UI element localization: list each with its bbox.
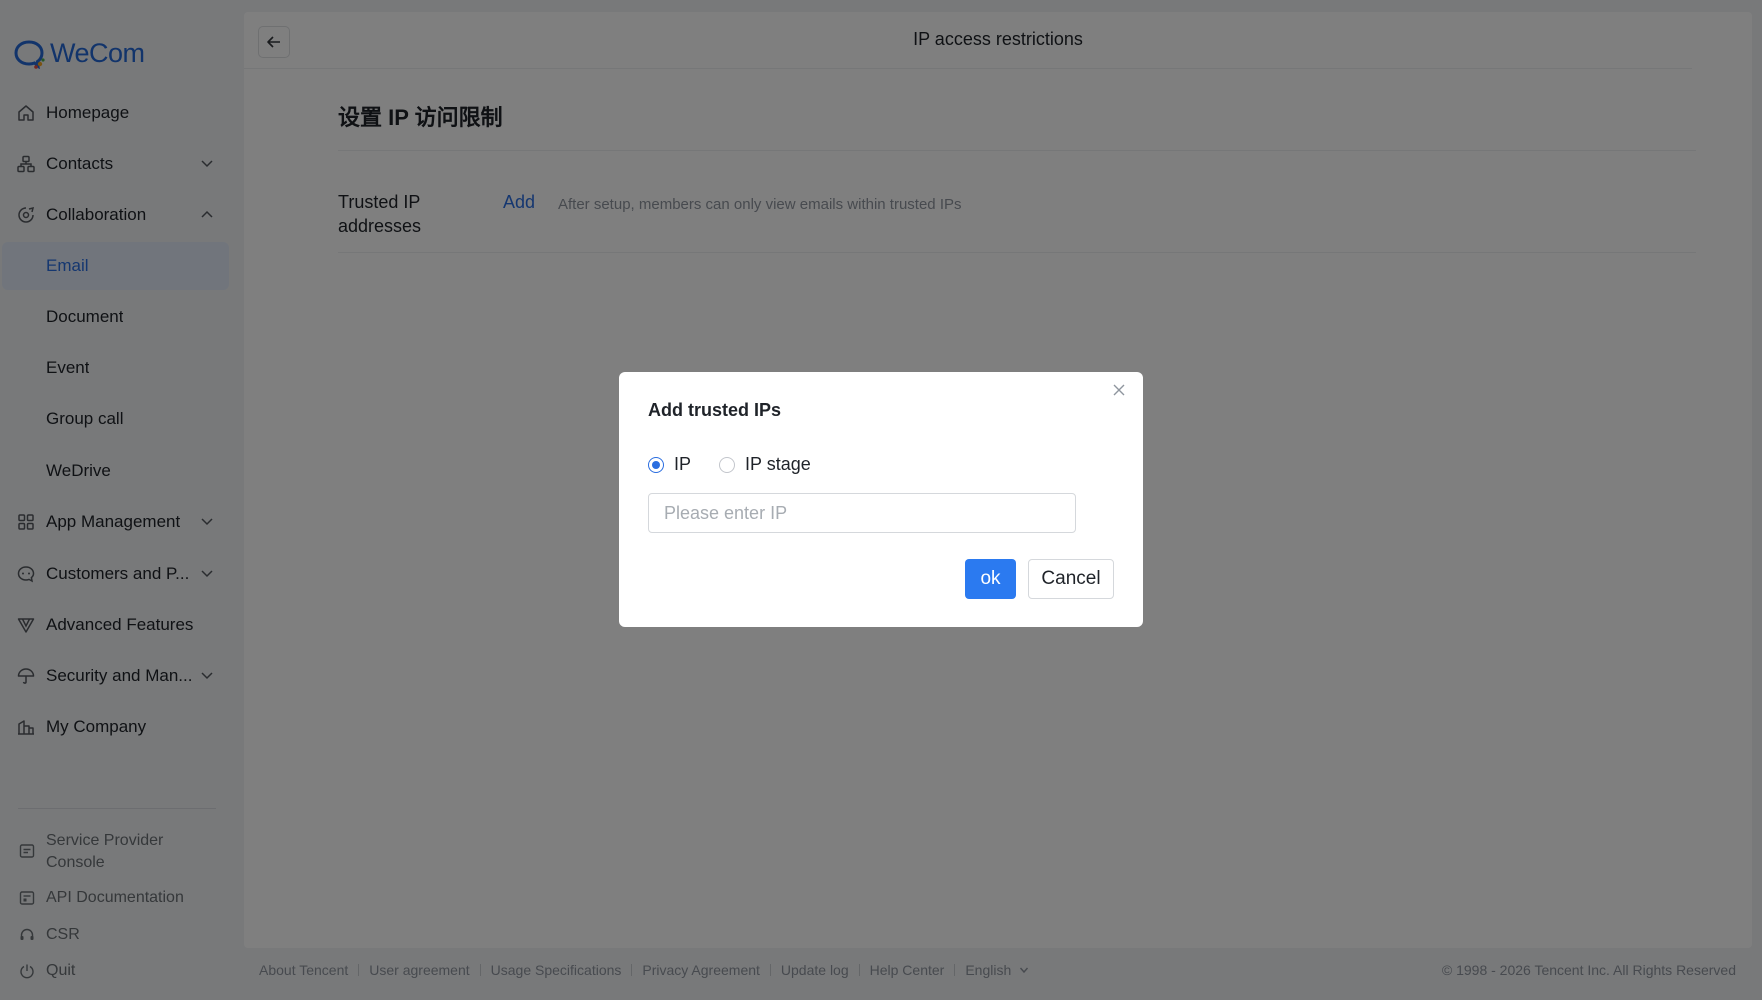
close-icon[interactable]	[1111, 382, 1127, 398]
radio-dot[interactable]	[719, 456, 736, 473]
cancel-button[interactable]: Cancel	[1028, 559, 1114, 599]
radio-ip[interactable]: IP	[648, 454, 691, 475]
ip-type-radio-group: IP IP stage	[648, 454, 839, 475]
radio-dot[interactable]	[648, 456, 664, 473]
add-trusted-ips-dialog: Add trusted IPs IP IP stage ok Cancel	[619, 372, 1143, 627]
dialog-title: Add trusted IPs	[648, 400, 782, 420]
ok-button[interactable]: ok	[965, 559, 1016, 599]
radio-ip-stage[interactable]: IP stage	[719, 454, 811, 475]
radio-label: IP	[674, 454, 692, 474]
radio-label: IP stage	[745, 454, 811, 474]
ip-input[interactable]	[648, 493, 1076, 533]
